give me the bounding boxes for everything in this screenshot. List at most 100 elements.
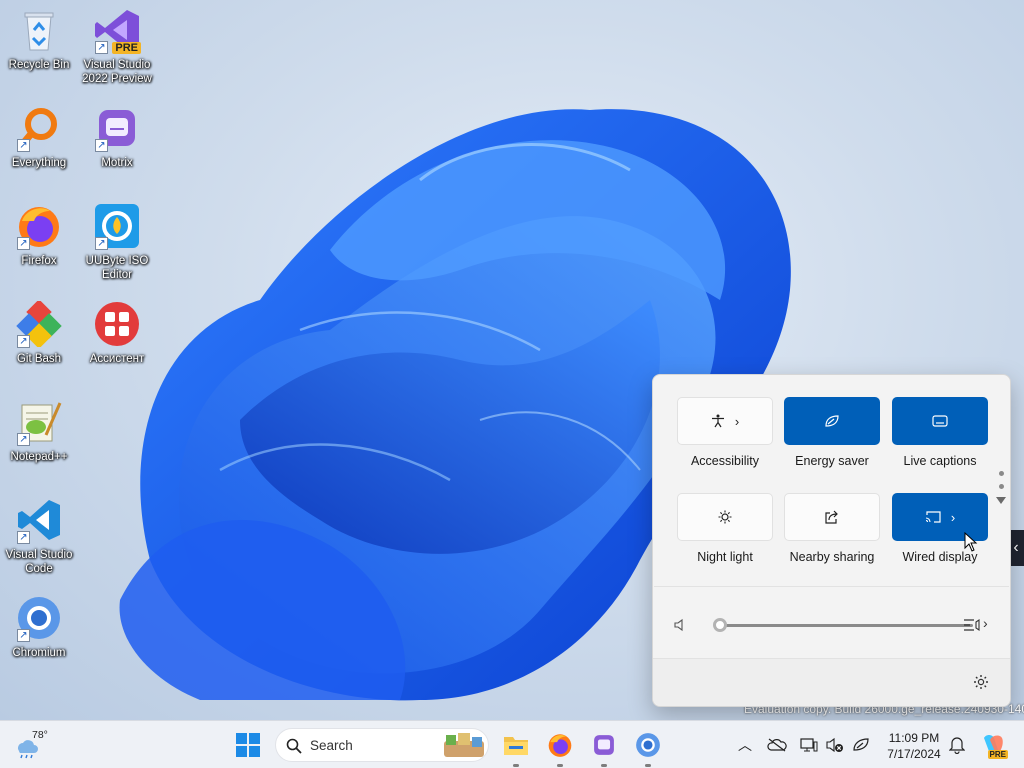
desktop-icon-vscode[interactable]: ↗ Visual Studio Code	[0, 496, 78, 576]
uubyte-iso-editor-icon: ↗	[93, 202, 141, 250]
energy-saver-leaf-icon	[825, 415, 839, 427]
clock-date: 7/17/2024	[887, 747, 941, 761]
shortcut-arrow-icon: ↗	[95, 41, 108, 54]
running-indicator	[645, 764, 651, 767]
windows-logo-icon	[236, 733, 260, 757]
night-light-button[interactable]	[677, 493, 773, 541]
motrix-icon	[594, 735, 614, 755]
chevron-right-icon: ›	[950, 509, 956, 525]
caret-down-icon	[996, 497, 1006, 504]
clock-time: 11:09 PM	[888, 731, 940, 745]
desktop-icon-git-bash[interactable]: ↗ Git Bash	[0, 300, 78, 366]
gear-icon[interactable]	[973, 674, 989, 690]
audio-output-icon[interactable]	[963, 616, 981, 634]
tile-accessibility: › Accessibility	[677, 397, 773, 468]
chromium-icon	[636, 733, 660, 757]
nearby-sharing-button[interactable]	[784, 493, 880, 541]
page-dot	[998, 471, 1004, 476]
shortcut-arrow-icon: ↗	[17, 531, 30, 544]
taskbar-firefox[interactable]	[544, 729, 576, 767]
desktop-icon-label: Motrix	[101, 157, 133, 169]
desktop-icon-label: Firefox	[21, 255, 57, 267]
notifications-button[interactable]	[946, 734, 968, 756]
chevron-right-icon[interactable]: ›	[983, 615, 988, 631]
show-hidden-icons-button[interactable]: ︿	[734, 734, 756, 756]
shortcut-arrow-icon: ↗	[17, 139, 30, 152]
desktop-icon-label: Visual Studio Code	[5, 549, 73, 575]
running-indicator	[601, 764, 607, 767]
taskbar-chromium[interactable]	[632, 729, 664, 767]
chevron-up-icon: ︿	[738, 737, 752, 753]
tray-energy-saver[interactable]	[850, 734, 872, 756]
page-indicator[interactable]	[996, 471, 1006, 512]
desktop-icon-firefox[interactable]: ↗ Firefox	[0, 202, 78, 268]
quick-settings-panel: › Accessibility Energy saver Live captio…	[652, 374, 1011, 707]
desktop-icon-label: Ассистент	[89, 353, 145, 365]
running-indicator	[513, 764, 519, 767]
start-button[interactable]	[236, 733, 260, 757]
everything-search-icon: ↗	[15, 104, 63, 152]
desktop-icon-everything[interactable]: ↗ Everything	[0, 104, 78, 170]
accessibility-button[interactable]: ›	[677, 397, 773, 445]
visual-studio-preview-icon: PRE ↗	[93, 6, 141, 54]
live-captions-icon	[932, 415, 948, 427]
taskbar-search[interactable]: Search	[275, 728, 489, 762]
accessibility-icon	[711, 414, 724, 428]
tray-onedrive[interactable]	[766, 734, 788, 756]
speaker-muted-icon[interactable]	[673, 618, 687, 632]
volume-slider-track[interactable]	[719, 624, 973, 627]
preview-badge: PRE	[112, 42, 141, 54]
recycle-bin-icon	[15, 6, 63, 54]
motrix-icon: ↗	[93, 104, 141, 152]
desktop-icon-visual-studio-preview[interactable]: PRE ↗ Visual Studio 2022 Preview	[78, 6, 156, 86]
desktop-icon-label: UUByte ISO Editor	[85, 255, 149, 281]
tile-wired-display: › Wired display	[892, 493, 988, 564]
shortcut-arrow-icon: ↗	[17, 629, 30, 642]
tile-label: Live captions	[903, 454, 977, 468]
tile-night-light: Night light	[677, 493, 773, 564]
live-captions-button[interactable]	[892, 397, 988, 445]
energy-saver-button[interactable]	[784, 397, 880, 445]
tray-network[interactable]	[798, 734, 820, 756]
folder-icon	[504, 737, 528, 755]
chevron-right-icon: ›	[734, 413, 740, 429]
shortcut-arrow-icon: ↗	[17, 237, 30, 250]
desktop-icon-uubyte-iso-editor[interactable]: ↗ UUByte ISO Editor	[78, 202, 156, 282]
tile-label: Night light	[697, 550, 753, 564]
shortcut-arrow-icon: ↗	[95, 237, 108, 250]
volume-row: ›	[673, 613, 993, 637]
energy-saver-leaf-icon	[853, 738, 869, 751]
taskbar: 78° Search ︿ 11:09 PM 7/17/2024 PRE	[0, 720, 1024, 768]
system-clock[interactable]: 11:09 PM 7/17/2024	[880, 730, 948, 762]
git-bash-icon: ↗	[15, 300, 63, 348]
volume-muted-icon	[826, 737, 843, 753]
taskbar-motrix[interactable]	[588, 729, 620, 767]
desktop-icon-chromium[interactable]: ↗ Chromium	[0, 594, 78, 660]
vscode-icon: ↗	[15, 496, 63, 544]
taskbar-file-explorer[interactable]	[500, 729, 532, 767]
search-placeholder: Search	[310, 738, 353, 753]
tile-nearby-sharing: Nearby sharing	[784, 493, 880, 564]
onedrive-cloud-off-icon	[767, 738, 787, 752]
network-display-icon	[800, 738, 818, 752]
bell-icon	[949, 737, 965, 754]
wired-display-cast-icon	[925, 511, 941, 523]
mouse-cursor	[964, 532, 978, 552]
desktop-icon-notepad-plus-plus[interactable]: ↗ Notepad++	[0, 398, 78, 464]
running-indicator	[557, 764, 563, 767]
assistant-icon	[93, 300, 141, 348]
desktop-icon-assistant[interactable]: Ассистент	[78, 300, 156, 366]
tile-label: Energy saver	[795, 454, 869, 468]
copilot-button[interactable]: PRE	[980, 731, 1008, 759]
tray-volume[interactable]	[824, 734, 846, 756]
shortcut-arrow-icon: ↗	[17, 433, 30, 446]
notepad-plus-plus-icon: ↗	[15, 398, 63, 446]
desktop-icon-label: Git Bash	[16, 353, 62, 365]
desktop-icon-motrix[interactable]: ↗ Motrix	[78, 104, 156, 170]
nearby-sharing-icon	[825, 510, 838, 524]
chromium-icon: ↗	[15, 594, 63, 642]
desktop-icon-recycle-bin[interactable]: Recycle Bin	[0, 6, 78, 72]
weather-widget[interactable]: 78°	[14, 729, 54, 761]
tile-live-captions: Live captions	[892, 397, 988, 468]
volume-slider-thumb[interactable]	[713, 618, 727, 632]
